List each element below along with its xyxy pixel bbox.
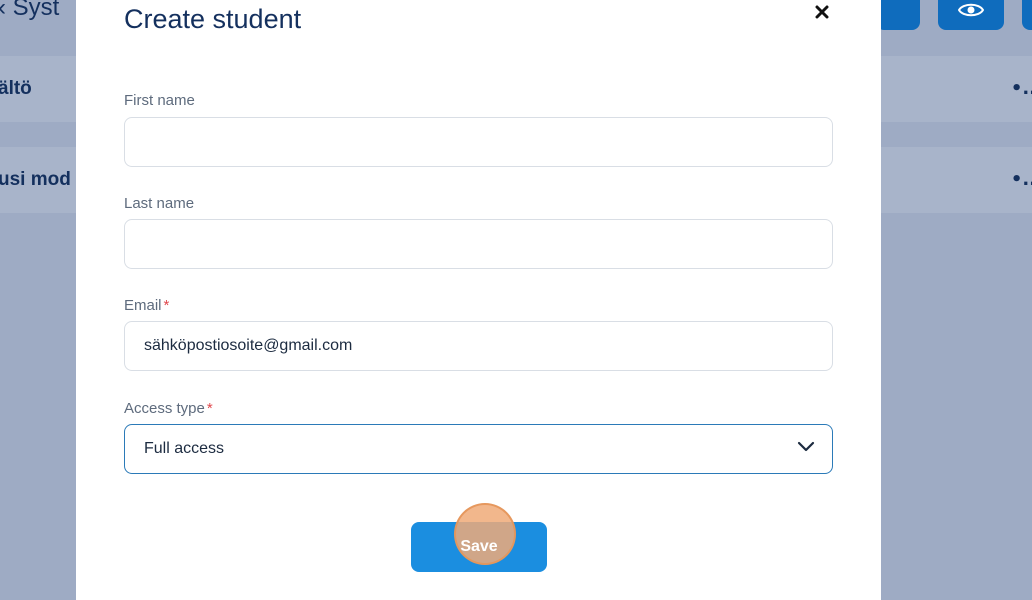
last-name-label: Last name	[124, 195, 195, 212]
background-action-button[interactable]	[876, 0, 920, 30]
background-extra-button[interactable]	[1022, 0, 1032, 30]
required-mark: *	[163, 297, 170, 314]
more-options-icon[interactable]: •..	[1011, 78, 1032, 99]
access-type-select[interactable]: Full access	[124, 424, 833, 474]
last-name-input[interactable]	[124, 219, 833, 269]
back-arrow-icon[interactable]: ‹	[0, 0, 13, 21]
access-type-label: Access type *	[124, 400, 213, 417]
preview-button[interactable]	[938, 0, 1004, 30]
save-button[interactable]	[411, 522, 547, 572]
access-type-value: Full access	[144, 440, 225, 457]
eye-icon	[958, 3, 984, 17]
first-name-label: First name	[124, 92, 195, 109]
email-input[interactable]	[124, 321, 833, 371]
email-label: Email *	[124, 297, 170, 314]
create-student-modal: Create student First name Last name Emai…	[76, 0, 881, 600]
row-label: ältö	[0, 78, 32, 99]
chevron-down-icon	[797, 441, 815, 452]
required-mark: *	[206, 400, 213, 417]
close-button[interactable]	[810, 0, 834, 26]
background-title: ‹ Syst	[0, 0, 59, 22]
close-icon	[815, 5, 829, 19]
first-name-input[interactable]	[124, 117, 833, 167]
row-label: usi mod	[0, 169, 71, 190]
more-options-icon[interactable]: •..	[1011, 169, 1032, 190]
modal-title: Create student	[124, 4, 302, 34]
